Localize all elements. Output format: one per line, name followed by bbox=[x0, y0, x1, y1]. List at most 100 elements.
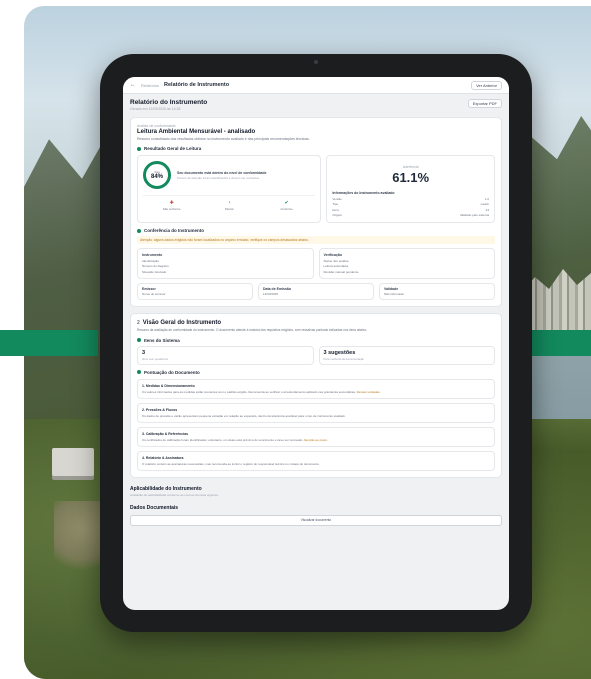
stat-pending: 3 Itens com pendência bbox=[137, 345, 314, 365]
item-description: Os dados de pressão e vazão apresentam p… bbox=[142, 414, 490, 418]
box-line: Não informada bbox=[384, 292, 404, 296]
validity-box: Validade Não informada bbox=[379, 282, 495, 300]
score-text: Seu documento está dentro do nível de co… bbox=[177, 171, 266, 180]
view-document-button[interactable]: Visualizar documento bbox=[130, 514, 502, 526]
item-text: O relatório contém as assinaturas necess… bbox=[142, 461, 320, 466]
meta-row: Versão 1.0 bbox=[332, 197, 489, 201]
kpi-non-compliant[interactable]: ✚ Não conforme bbox=[143, 200, 200, 211]
meta-title: Informações do Instrumento avaliado bbox=[332, 191, 395, 195]
box-title: Data de Emissão bbox=[263, 286, 292, 291]
kpi-partial[interactable]: ◔ Parcial bbox=[200, 200, 257, 211]
meta-key: Tipo bbox=[332, 202, 339, 206]
box-line: Status: Em análise bbox=[323, 258, 349, 263]
box-line: Número do Registro bbox=[142, 264, 169, 268]
box-line: 12/03/2025 bbox=[263, 292, 279, 296]
score-line-1: Seu documento está dentro do nível de co… bbox=[177, 170, 267, 175]
analysis-card: 2 Visão Geral do Instrumento Resumo da a… bbox=[130, 313, 502, 478]
analysis-item: 3. Calibração & Referências Os certifica… bbox=[137, 426, 495, 447]
kpi-compliant[interactable]: ✔ Conforme bbox=[258, 200, 315, 211]
meta-key: Itens bbox=[332, 207, 339, 212]
meta-value: Validado pelo sistema bbox=[459, 213, 489, 217]
item-title: 4. Relatório & Assinatura bbox=[142, 455, 184, 460]
result-section-label: Resultado Geral de Leitura bbox=[144, 146, 202, 151]
adherence-panel: Aderência 61.1% Informações do Instrumen… bbox=[326, 155, 495, 223]
issue-date-box: Data de Emissão 12/03/2025 bbox=[258, 282, 374, 300]
analysis-item: 2. Pressões & Fluxos Os dados de pressão… bbox=[137, 402, 495, 423]
box-line: Identificação bbox=[142, 258, 159, 263]
instrument-box: Instrumento Identificação Número do Regi… bbox=[137, 248, 314, 279]
camera-icon bbox=[314, 60, 318, 64]
page-title: Relatório de Instrumento bbox=[164, 82, 230, 88]
accent-band-right bbox=[528, 330, 591, 356]
box-title: Emissor bbox=[142, 286, 156, 291]
items-subsection-label: Itens do Sistema bbox=[144, 337, 180, 343]
main-content: Relatório do Instrumento Gerado em 12/03… bbox=[123, 94, 509, 531]
adherence-label: Aderência bbox=[402, 165, 419, 169]
info-row: Emissor Nome do emissor Data de Emissão … bbox=[137, 282, 495, 300]
report-header: Relatório do Instrumento Gerado em 12/03… bbox=[130, 99, 502, 111]
item-text: Os dados de pressão e vazão apresentam p… bbox=[142, 413, 346, 418]
top-bar: ← Relatórios Relatório de Instrumento Ve… bbox=[123, 77, 509, 94]
meta-value: 1.0 bbox=[484, 196, 489, 201]
item-description: Os valores informados para as medidas es… bbox=[142, 390, 490, 394]
info-grid: Instrumento Identificação Número do Regi… bbox=[137, 248, 495, 279]
kpi-label: Parcial bbox=[224, 207, 234, 211]
box-line: Leitura automática bbox=[323, 264, 349, 268]
check-icon: ✔ bbox=[284, 200, 289, 206]
kpi-label: Conforme bbox=[280, 207, 293, 211]
score-ring: Nota 84% bbox=[143, 161, 171, 189]
analysis-item: 1. Medidas & Dimensionamento Os valores … bbox=[137, 378, 495, 399]
item-highlight: Revisar unidades. bbox=[356, 389, 381, 394]
back-arrow-icon[interactable]: ← bbox=[130, 82, 136, 88]
meta-row: Tipo Laudo bbox=[332, 202, 489, 206]
meta-row: Itens 24 bbox=[332, 208, 489, 212]
kpi-label: Não conforme bbox=[162, 207, 181, 211]
box-title: Validade bbox=[384, 286, 399, 291]
meta-key: Versão bbox=[332, 196, 342, 201]
cross-icon: ✚ bbox=[169, 200, 174, 206]
verification-box: Verificação Status: Em análise Leitura a… bbox=[318, 248, 495, 279]
score-grid: Nota 84% Seu documento está dentro do ní… bbox=[137, 155, 495, 223]
box-title: Verificação bbox=[323, 253, 342, 257]
breadcrumb[interactable]: Relatórios bbox=[141, 83, 159, 88]
warning-banner: Atenção: alguns dados exigidos não foram… bbox=[137, 236, 495, 244]
report-title: Relatório do Instrumento bbox=[130, 99, 208, 106]
section-number: 2 bbox=[137, 320, 140, 326]
item-text: Os valores informados para as medidas es… bbox=[142, 389, 356, 394]
stat-value: 3 bbox=[142, 349, 146, 356]
report-date: Gerado em 12/03/2025 às 14:28 bbox=[130, 107, 181, 111]
section-description: Avaliação de aplicabilidade conforme as … bbox=[130, 492, 219, 497]
meta-key: Origem bbox=[332, 213, 343, 217]
meta-value: 24 bbox=[485, 207, 489, 212]
applicability-section: Aplicabilidade do Instrumento Avaliação … bbox=[130, 486, 502, 497]
analysis-title: 2 Visão Geral do Instrumento bbox=[137, 320, 495, 326]
hillside-building bbox=[52, 448, 94, 476]
bullet-icon bbox=[137, 370, 141, 374]
documents-section: Dados Documentais Visualizar documento bbox=[130, 505, 502, 526]
box-line: Revisão manual pendente bbox=[323, 269, 359, 274]
checks-section-title: Conferência do Instrumento bbox=[137, 228, 495, 233]
stat-value: 3 sugestões bbox=[323, 349, 356, 356]
item-title: 2. Pressões & Fluxos bbox=[142, 407, 178, 412]
score-row: Nota 84% Seu documento está dentro do ní… bbox=[143, 161, 315, 189]
previous-button[interactable]: Ver Anterior bbox=[471, 80, 502, 90]
stat-suggestions: 3 sugestões Para melhoria da documentaçã… bbox=[318, 345, 495, 365]
score-subsection-label: Pontuação do Documento bbox=[144, 369, 200, 375]
stat-row: 3 Itens com pendência 3 sugestões Para m… bbox=[137, 345, 495, 365]
item-title: 3. Calibração & Referências bbox=[142, 431, 189, 436]
summary-card: Análise de conformidade Leitura Ambienta… bbox=[130, 117, 502, 307]
checks-section-label: Conferência do Instrumento bbox=[144, 228, 205, 233]
meta-row: Origem Validado pelo sistema bbox=[332, 213, 489, 217]
export-button[interactable]: Exportar PDF bbox=[467, 99, 502, 108]
item-text: Os certificados de calibração foram iden… bbox=[142, 437, 303, 442]
section-title: Dados Documentais bbox=[130, 504, 179, 511]
summary-title: Leitura Ambiental Mensurável - analisado bbox=[137, 129, 256, 135]
box-line: Situação: Enviado bbox=[142, 269, 167, 274]
result-section-title: Resultado Geral de Leitura bbox=[137, 146, 495, 151]
tablet-screen: ← Relatórios Relatório de Instrumento Ve… bbox=[123, 77, 509, 610]
analysis-intro: Resumo da avaliação de conformidade do i… bbox=[137, 328, 368, 332]
issuer-box: Emissor Nome do emissor bbox=[137, 282, 253, 300]
item-description: O relatório contém as assinaturas necess… bbox=[142, 462, 490, 466]
items-subsection: Itens do Sistema bbox=[137, 338, 495, 343]
kpi-row: ✚ Não conforme ◔ Parcial ✔ Conforme bbox=[143, 195, 316, 211]
